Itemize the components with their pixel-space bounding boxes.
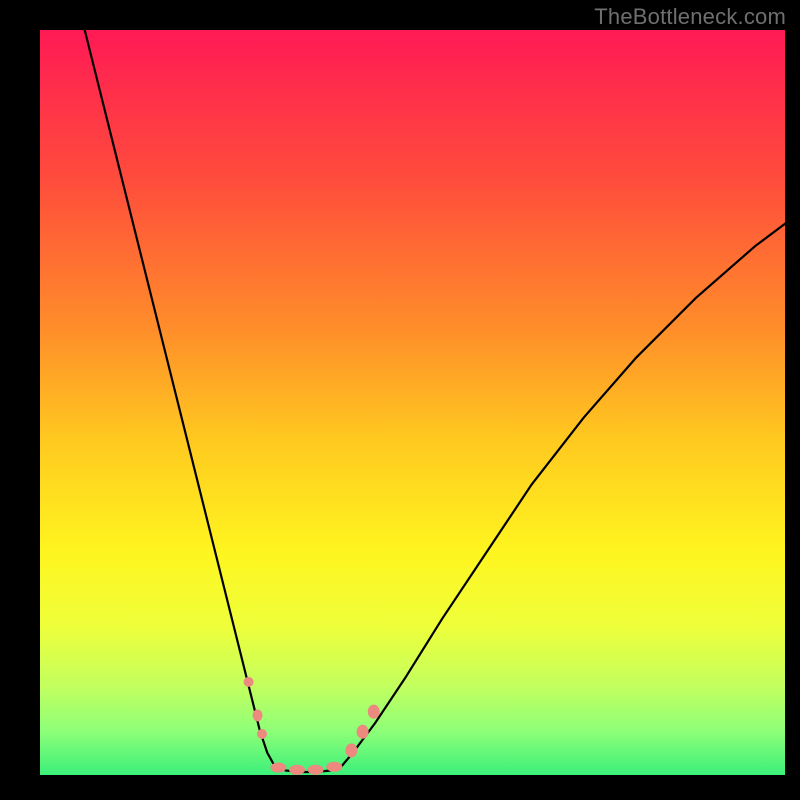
data-marker bbox=[308, 765, 324, 775]
data-marker bbox=[257, 729, 267, 739]
data-marker bbox=[368, 705, 380, 719]
chart-frame: TheBottleneck.com bbox=[0, 0, 800, 800]
data-marker bbox=[253, 709, 263, 721]
watermark-text: TheBottleneck.com bbox=[594, 4, 786, 30]
data-marker bbox=[345, 743, 357, 757]
bottleneck-chart bbox=[0, 0, 800, 800]
data-marker bbox=[270, 763, 286, 773]
data-marker bbox=[357, 725, 369, 739]
data-marker bbox=[289, 765, 305, 775]
plot-background bbox=[40, 30, 785, 775]
data-marker bbox=[244, 677, 254, 687]
data-marker bbox=[326, 762, 342, 772]
